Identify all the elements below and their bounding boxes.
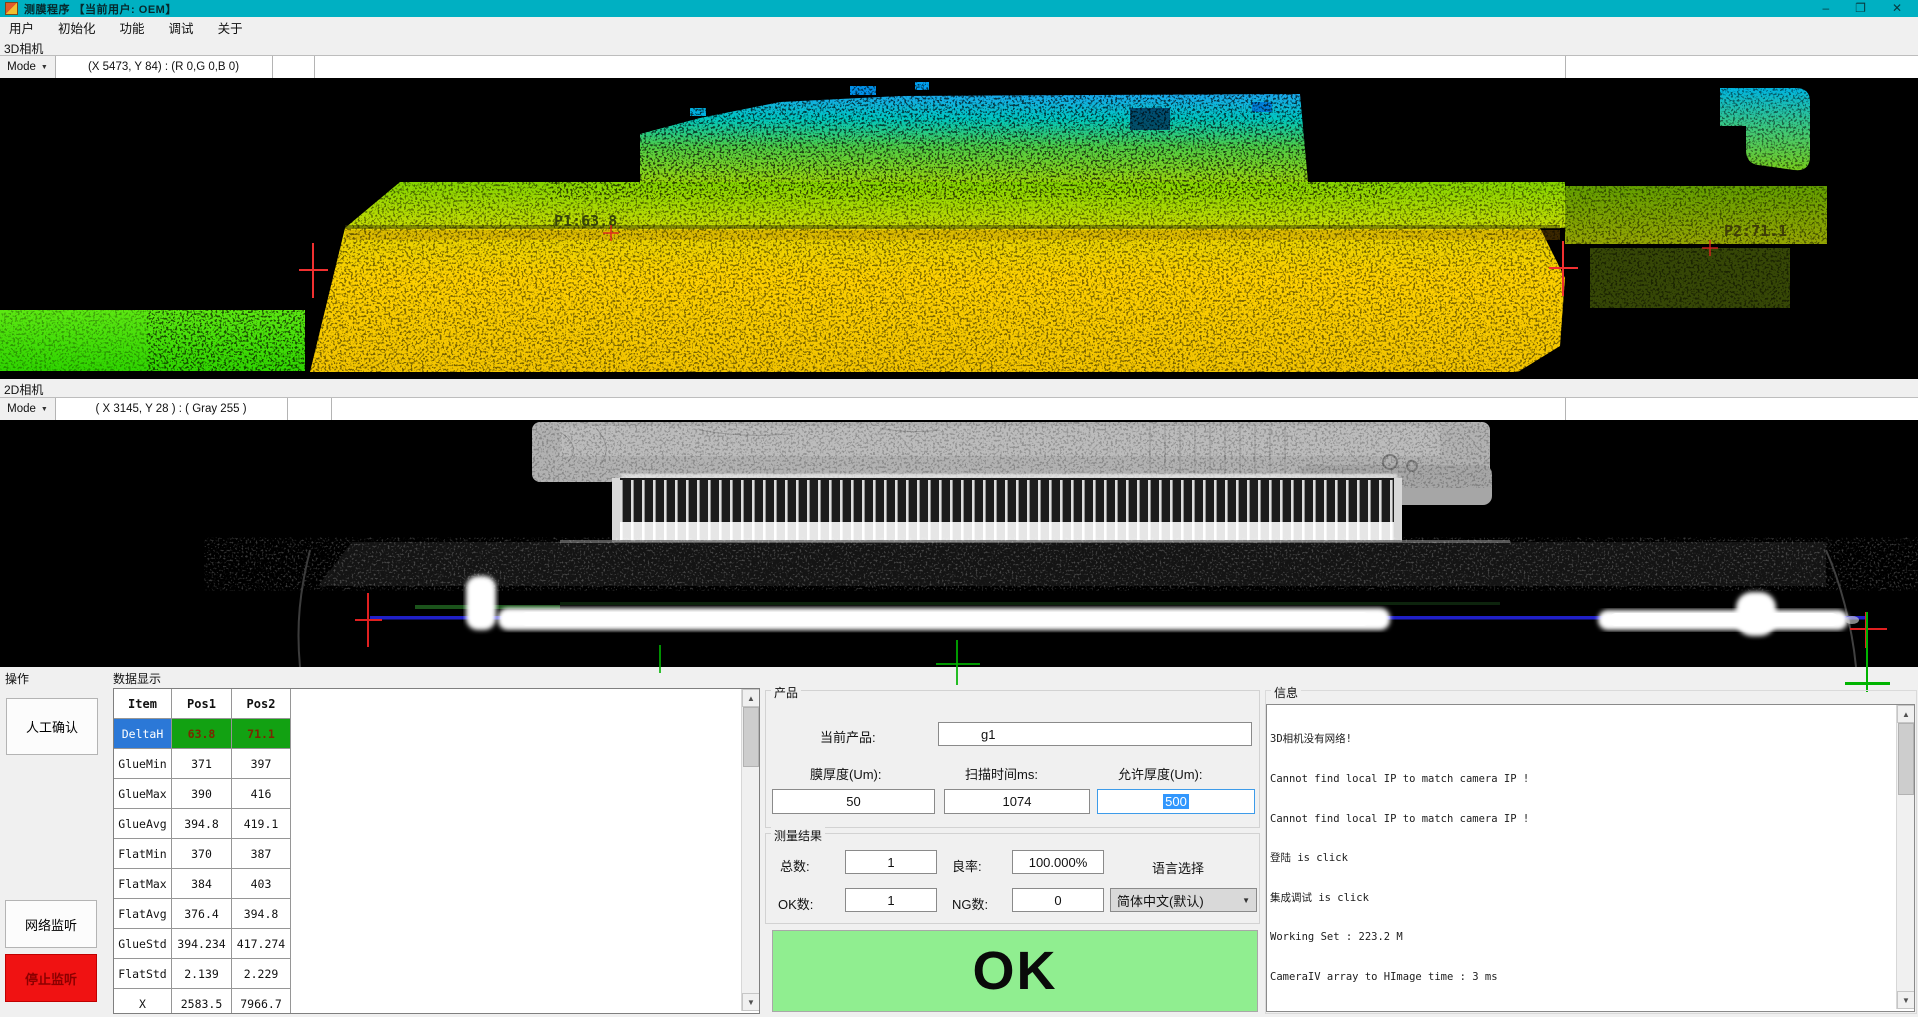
chevron-down-icon: ▼ [1242,896,1250,905]
menu-init[interactable]: 初始化 [58,18,96,37]
table-row[interactable]: X2583.57966.7 [114,989,291,1014]
yield-field[interactable] [1012,850,1104,874]
green-cross-h [936,663,980,665]
table-row[interactable]: GlueMax390416 [114,779,291,809]
maximize-button[interactable]: ❐ [1855,0,1866,17]
results-label: 测量结果 [771,827,825,844]
camera3d-mode-button[interactable]: Mode ▼ [0,56,56,78]
menu-about[interactable]: 关于 [218,18,243,37]
network-listen-button[interactable]: 网络监听 [5,900,97,948]
product-label: 产品 [771,684,801,701]
grayscale-image [0,420,1918,667]
current-product-field[interactable] [938,722,1252,746]
minimize-button[interactable]: – [1822,0,1829,17]
log-scrollbar[interactable]: ▲ ▼ [1896,705,1914,1009]
scan-time-field[interactable] [944,789,1090,814]
camera3d-view[interactable]: P1:63.8 P2:71.1 [0,78,1918,379]
green-tick [659,645,661,673]
menu-function[interactable]: 功能 [120,18,145,37]
allow-thickness-field[interactable]: 500 [1097,789,1255,814]
camera3d-mode-bar: Mode ▼ (X 5473, Y 84) : (R 0,G 0,B 0) [0,55,1918,79]
operation-label: 操作 [5,670,29,687]
log-line: Working Set : 223.2 M [1270,931,1894,944]
camera2d-label: 2D相机 [4,381,43,398]
table-row[interactable]: GlueStd394.234417.274 [114,929,291,959]
app-icon [5,2,18,15]
ok-count-field[interactable] [845,888,937,912]
table-scrollbar[interactable]: ▲ ▼ [741,689,759,1011]
camera2d-mode-bar: Mode ▼ ( X 3145, Y 28 ) : ( Gray 255 ) [0,397,1918,421]
log-line: 等到3D取到灰度图数据。 [1270,1011,1894,1012]
log-line: 3D相机没有网络! [1270,733,1894,746]
chevron-down-icon: ▼ [41,406,48,413]
chevron-down-icon: ▼ [41,64,48,71]
film-thickness-field[interactable] [772,789,935,814]
table-header: Item Pos1 Pos2 [114,689,291,719]
scroll-up-icon[interactable]: ▲ [1897,705,1915,723]
result-status-banner: OK [772,930,1258,1012]
camera2d-mode-button[interactable]: Mode ▼ [0,398,56,420]
allow-thickness-label: 允许厚度(Um): [1118,764,1203,783]
ng-count-field[interactable] [1012,888,1104,912]
camera2d-view[interactable] [0,420,1918,667]
close-button[interactable]: ✕ [1892,0,1902,17]
info-label: 信息 [1271,684,1301,701]
yield-label: 良率: [952,856,982,875]
scan-time-label: 扫描时间ms: [965,764,1038,783]
log-line: 登陆 is click [1270,852,1894,865]
scroll-down-icon[interactable]: ▼ [742,993,760,1011]
menu-bar: 用户 初始化 功能 调试 关于 [0,17,1918,38]
camera3d-pixel-readout: (X 5473, Y 84) : (R 0,G 0,B 0) [55,56,273,78]
language-label: 语言选择 [1152,858,1204,877]
annotation-p1: P1:63.8 [554,212,617,230]
heightmap-image: P1:63.8 P2:71.1 [0,78,1918,379]
scroll-down-icon[interactable]: ▼ [1897,991,1915,1009]
log-text: 3D相机没有网络! Cannot find local IP to match … [1270,707,1894,1012]
manual-confirm-button[interactable]: 人工确认 [6,698,98,755]
log-line: Cannot find local IP to match camera IP … [1270,813,1894,826]
measure-cross-left [355,593,382,647]
log-line: Cannot find local IP to match camera IP … [1270,773,1894,786]
table-row[interactable]: FlatStd2.1392.229 [114,959,291,989]
current-product-label: 当前产品: [820,727,876,746]
language-select[interactable]: 简体中文(默认) ▼ [1110,888,1257,912]
table-row[interactable]: DeltaH63.871.1 [114,719,291,749]
table-row[interactable]: FlatMin370387 [114,839,291,869]
data-table: Item Pos1 Pos2 DeltaH63.871.1 GlueMin371… [113,688,760,1014]
log-line: CameraIV array to HImage time : 3 ms [1270,971,1894,984]
ok-count-label: OK数: [778,894,813,913]
total-label: 总数: [780,856,810,875]
app-window: 测膜程序 【当前用户: OEM】 – ❐ ✕ 用户 初始化 功能 调试 关于 3… [0,0,1918,1017]
title-bar: 测膜程序 【当前用户: OEM】 – ❐ ✕ [0,0,1918,17]
scrollbar-thumb[interactable] [1898,723,1914,795]
camera2d-pixel-readout: ( X 3145, Y 28 ) : ( Gray 255 ) [55,398,288,420]
stop-listen-button[interactable]: 停止监听 [5,954,97,1002]
scroll-up-icon[interactable]: ▲ [742,689,760,707]
ng-count-label: NG数: [952,894,988,913]
scrollbar-thumb[interactable] [743,707,759,767]
table-row[interactable]: FlatAvg376.4394.8 [114,899,291,929]
table-row[interactable]: GlueAvg394.8419.1 [114,809,291,839]
annotation-p2: P2:71.1 [1724,222,1787,240]
window-title: 测膜程序 【当前用户: OEM】 [24,1,177,17]
film-thickness-label: 膜厚度(Um): [810,764,882,783]
log-line: 集成调试 is click [1270,892,1894,905]
total-field[interactable] [845,850,937,874]
table-row[interactable]: FlatMax384403 [114,869,291,899]
table-row[interactable]: GlueMin371397 [114,749,291,779]
data-display-label: 数据显示 [113,670,161,687]
green-cross-v [1866,612,1868,692]
menu-debug[interactable]: 调试 [169,18,194,37]
green-cross-h [1845,682,1890,685]
menu-user[interactable]: 用户 [9,18,34,37]
log-panel[interactable]: 3D相机没有网络! Cannot find local IP to match … [1266,704,1915,1012]
